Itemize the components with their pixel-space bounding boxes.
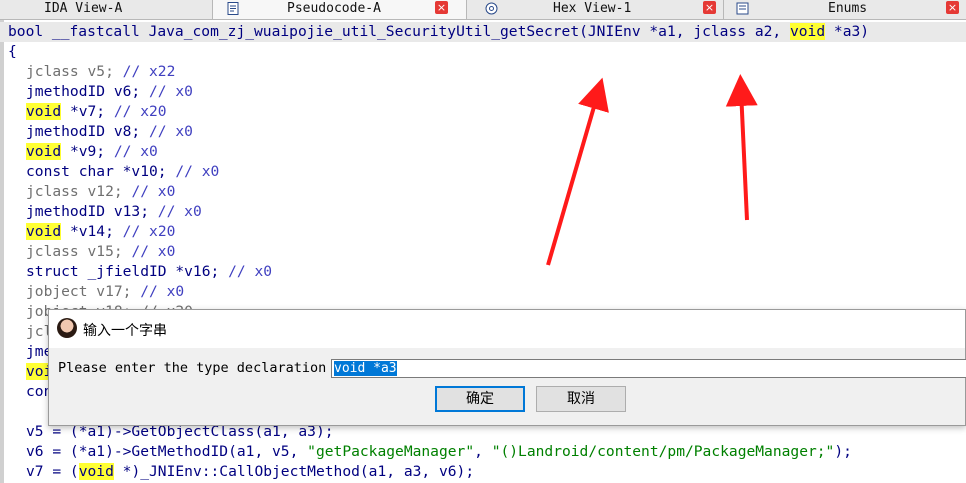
declaration-line[interactable]: jclass v5; // x22 <box>26 62 175 82</box>
declaration-text: jmethodID v13; <box>26 203 158 220</box>
close-icon[interactable]: × <box>435 1 448 14</box>
code-line[interactable]: v6 = (*a1)->GetMethodID(a1, v5, "getPack… <box>26 442 852 462</box>
register-comment: // x0 <box>149 83 193 100</box>
declaration-line[interactable]: jmethodID v8; // x0 <box>26 122 193 142</box>
declaration-line[interactable]: jmethodID v13; // x0 <box>26 202 202 222</box>
declaration-line[interactable]: jobject v17; // x0 <box>26 282 184 302</box>
declaration-line[interactable]: void *v9; // x0 <box>26 142 158 162</box>
tab-hex-view-1[interactable]: Hex View-1 × <box>467 0 724 19</box>
register-comment: // x0 <box>131 183 176 200</box>
register-comment: // x20 <box>122 223 176 240</box>
signature-text: *a3) <box>825 23 870 40</box>
declaration-text: *v14; <box>61 223 123 240</box>
statement: v6 = (*a1)->GetMethodID(a1, v5, <box>26 443 308 460</box>
signature-text: bool __fastcall Java_com_zj_wuaipojie_ut… <box>8 23 790 40</box>
declaration-text: *v9; <box>61 143 114 160</box>
cancel-button[interactable]: 取消 <box>536 386 626 412</box>
declaration-line[interactable]: void *v7; // x20 <box>26 102 167 122</box>
type-declaration-input[interactable]: void *a3 <box>331 359 966 378</box>
declaration-text: jclass v15; <box>26 243 132 260</box>
register-comment: // x20 <box>113 103 167 120</box>
declaration-line[interactable]: jclass v15; // x0 <box>26 242 175 262</box>
selected-text: void *a3 <box>334 361 397 376</box>
tab-label: IDA View-A <box>44 1 123 16</box>
declaration-text: *v7; <box>61 103 114 120</box>
register-comment: // x22 <box>122 63 176 80</box>
declaration-text: struct _jfieldID *v16; <box>26 263 229 280</box>
statement: *)_JNIEnv::CallObjectMethod(a1, a3, v6); <box>113 463 475 480</box>
register-comment: // x0 <box>157 203 202 220</box>
declaration-text: jclass v5; <box>26 63 123 80</box>
declaration-line[interactable]: jmethodID v6; // x0 <box>26 82 193 102</box>
declaration-line[interactable]: jclass v12; // x0 <box>26 182 175 202</box>
register-comment: // x0 <box>131 243 176 260</box>
enums-icon <box>736 2 749 15</box>
close-icon[interactable]: × <box>946 1 959 14</box>
register-comment: // x0 <box>175 163 220 180</box>
string-literal: "()Landroid/content/pm/PackageManager;" <box>491 443 835 460</box>
declaration-text: jclass v12; <box>26 183 132 200</box>
tab-label: Pseudocode-A <box>287 1 381 16</box>
declaration-text: jmethodID v8; <box>26 123 150 140</box>
hex-icon <box>485 2 498 15</box>
statement: v7 = ( <box>26 463 79 480</box>
open-brace: { <box>8 43 17 60</box>
register-comment: // x0 <box>228 263 273 280</box>
declaration-text: const char *v10; <box>26 163 176 180</box>
tab-enums[interactable]: Enums × <box>724 0 966 19</box>
type-highlight: void <box>78 463 114 480</box>
string-literal: "getPackageManager" <box>307 443 475 460</box>
declaration-text: jmethodID v6; <box>26 83 150 100</box>
close-icon[interactable]: × <box>703 1 716 14</box>
dialog-titlebar[interactable]: 输入一个字串 <box>49 310 965 348</box>
tab-ida-view-a[interactable]: IDA View-A <box>0 0 213 19</box>
tab-label: Hex View-1 <box>553 1 632 16</box>
function-signature[interactable]: bool __fastcall Java_com_zj_wuaipojie_ut… <box>0 22 966 42</box>
register-comment: // x0 <box>149 123 193 140</box>
tab-label: Enums <box>828 1 868 16</box>
register-comment: // x0 <box>140 283 185 300</box>
declaration-line[interactable]: void *v14; // x20 <box>26 222 175 242</box>
ok-button[interactable]: 确定 <box>435 386 525 412</box>
dialog-title: 输入一个字串 <box>83 323 167 339</box>
app-icon <box>57 318 77 338</box>
tab-pseudocode-a[interactable]: Pseudocode-A × <box>213 0 467 19</box>
type-highlight: void <box>26 103 62 120</box>
declaration-line[interactable]: const char *v10; // x0 <box>26 162 219 182</box>
code-line[interactable]: v7 = (void *)_JNIEnv::CallObjectMethod(a… <box>26 462 474 482</box>
statement: ); <box>834 443 852 460</box>
type-highlight: void <box>26 223 62 240</box>
prompt-label: Please enter the type declaration <box>58 360 327 376</box>
type-declaration-dialog: 输入一个字串 Please enter the type declaration… <box>48 309 966 426</box>
gutter <box>0 20 4 483</box>
declaration-line[interactable]: struct _jfieldID *v16; // x0 <box>26 262 272 282</box>
type-highlight: void <box>789 23 826 40</box>
declaration-text: jobject v17; <box>26 283 141 300</box>
tab-bar: IDA View-A Pseudocode-A × Hex View-1 × E… <box>0 0 966 20</box>
register-comment: // x0 <box>113 143 158 160</box>
type-highlight: void <box>26 143 62 160</box>
pseudocode-icon <box>227 2 240 15</box>
statement: , <box>474 443 492 460</box>
